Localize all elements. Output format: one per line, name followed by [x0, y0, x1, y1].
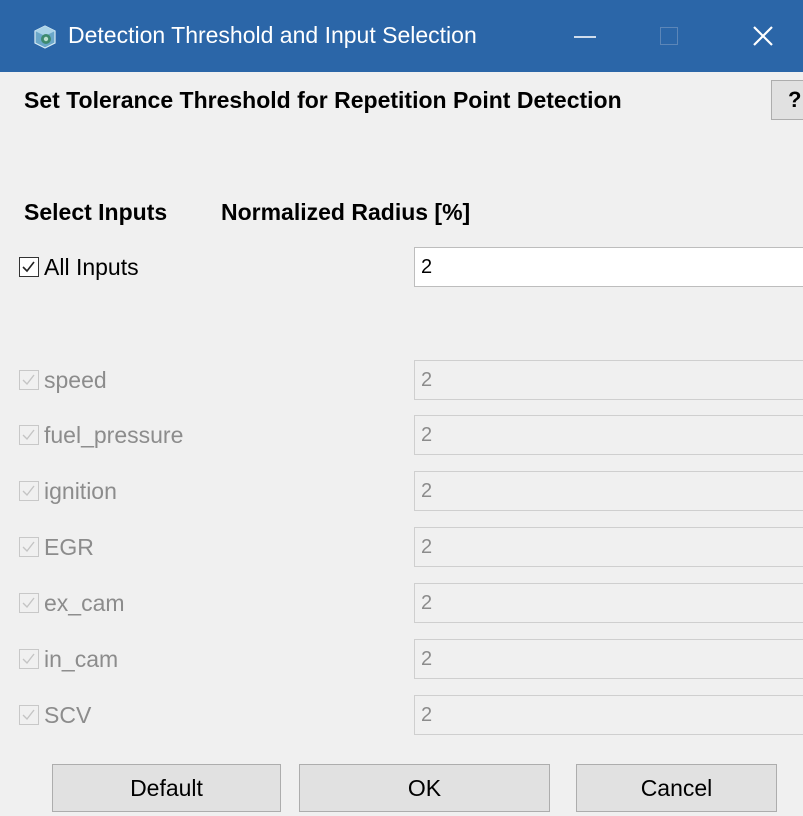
- input-label: in_cam: [44, 646, 119, 672]
- checkmark-icon: [22, 374, 35, 386]
- input-checkbox-in_cam[interactable]: [19, 649, 39, 669]
- window-title: Detection Threshold and Input Selection: [68, 22, 477, 48]
- all-inputs-checkbox[interactable]: [19, 257, 39, 277]
- title-bar: Detection Threshold and Input Selection: [0, 0, 803, 72]
- input-row-speed: speed 2: [0, 360, 803, 400]
- input-radius-field[interactable]: 2: [414, 471, 803, 511]
- help-button[interactable]: ?: [771, 80, 803, 120]
- input-radius-field[interactable]: 2: [414, 695, 803, 735]
- input-checkbox-speed[interactable]: [19, 370, 39, 390]
- input-checkbox-EGR[interactable]: [19, 537, 39, 557]
- input-checkbox-ex_cam[interactable]: [19, 593, 39, 613]
- page-title: Set Tolerance Threshold for Repetition P…: [24, 87, 622, 113]
- input-radius-field[interactable]: 2: [414, 415, 803, 455]
- column-header-inputs: Select Inputs: [24, 199, 168, 225]
- minimize-icon: [574, 36, 596, 38]
- input-checkbox-fuel_pressure[interactable]: [19, 425, 39, 445]
- input-radius-field[interactable]: 2: [414, 360, 803, 400]
- all-inputs-radius-field[interactable]: 2: [414, 247, 803, 287]
- checkmark-icon: [22, 653, 35, 665]
- minimize-button[interactable]: [556, 14, 616, 58]
- maximize-icon: [660, 27, 678, 45]
- input-label: speed: [44, 367, 107, 393]
- input-row-ex_cam: ex_cam 2: [0, 583, 803, 623]
- checkmark-icon: [22, 429, 35, 441]
- input-checkbox-SCV[interactable]: [19, 705, 39, 725]
- input-radius-field[interactable]: 2: [414, 527, 803, 567]
- input-radius-field[interactable]: 2: [414, 583, 803, 623]
- cancel-button[interactable]: Cancel: [576, 764, 777, 812]
- ok-button[interactable]: OK: [299, 764, 550, 812]
- all-inputs-label: All Inputs: [44, 254, 139, 280]
- input-row-SCV: SCV 2: [0, 695, 803, 735]
- close-button[interactable]: [733, 14, 793, 58]
- checkmark-icon: [22, 541, 35, 553]
- input-label: EGR: [44, 534, 94, 560]
- input-label: ex_cam: [44, 590, 125, 616]
- input-radius-field[interactable]: 2: [414, 639, 803, 679]
- input-label: SCV: [44, 702, 92, 728]
- checkmark-icon: [22, 597, 35, 609]
- checkmark-icon: [22, 261, 35, 273]
- input-label: ignition: [44, 478, 117, 504]
- default-button[interactable]: Default: [52, 764, 281, 812]
- input-row-fuel_pressure: fuel_pressure 2: [0, 415, 803, 455]
- input-row-EGR: EGR 2: [0, 527, 803, 567]
- close-icon: [753, 26, 773, 46]
- app-icon: [34, 25, 56, 49]
- input-row-ignition: ignition 2: [0, 471, 803, 511]
- maximize-button[interactable]: [640, 14, 700, 58]
- input-label: fuel_pressure: [44, 422, 184, 448]
- input-checkbox-ignition[interactable]: [19, 481, 39, 501]
- column-header-radius: Normalized Radius [%]: [221, 199, 471, 225]
- checkmark-icon: [22, 709, 35, 721]
- all-inputs-row: All Inputs 2: [0, 247, 803, 287]
- checkmark-icon: [22, 485, 35, 497]
- input-row-in_cam: in_cam 2: [0, 639, 803, 679]
